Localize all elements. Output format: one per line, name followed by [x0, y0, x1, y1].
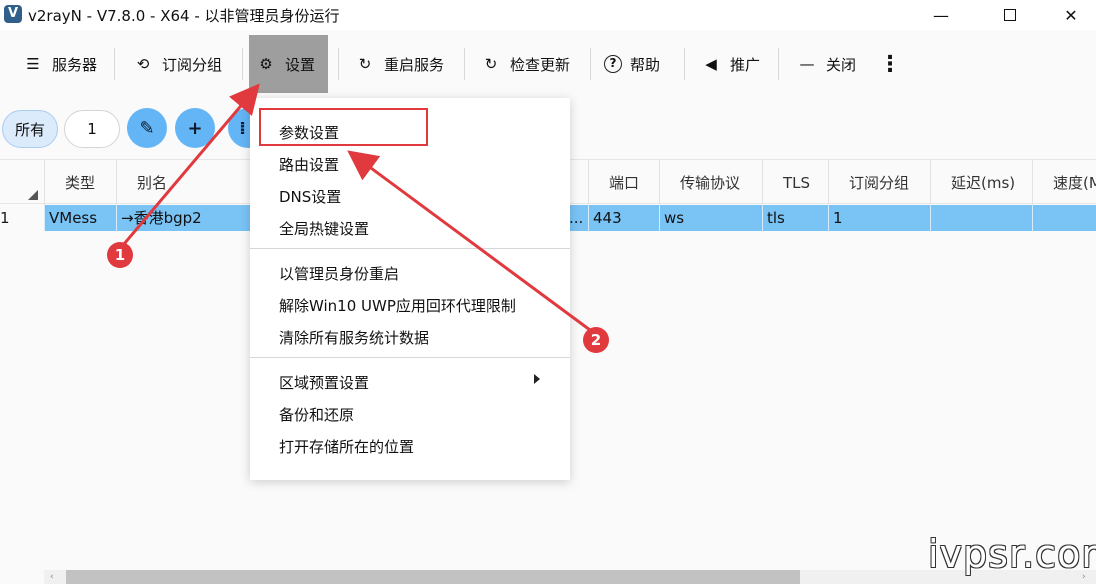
more-filter-icon[interactable]: ⁞: [228, 108, 250, 148]
minimize-button[interactable]: —: [918, 0, 964, 30]
menu-item-routing-settings[interactable]: 路由设置: [279, 154, 339, 175]
title-bar: V v2rayN - V7.8.0 - X64 - 以非管理员身份运行 — ✕: [0, 0, 1096, 30]
restart-icon: ↻: [358, 55, 372, 73]
gear-icon: ⚙: [259, 55, 273, 73]
cell-tls[interactable]: tls: [762, 205, 828, 231]
column-header-group[interactable]: 订阅分组: [828, 160, 930, 205]
toolbar-divider: [590, 48, 591, 80]
menu-item-backup-restore[interactable]: 备份和还原: [279, 404, 354, 425]
toolbar-close-button[interactable]: — 关闭: [790, 35, 870, 93]
toolbar-divider: [338, 48, 339, 80]
window-title: v2rayN - V7.8.0 - X64 - 以非管理员身份运行: [28, 7, 340, 25]
help-icon: ?: [604, 55, 622, 73]
toolbar-check-update-button[interactable]: ↻ 检查更新: [474, 35, 586, 93]
more-options-icon[interactable]: ⋮: [878, 35, 902, 93]
toolbar-restart-button[interactable]: ↻ 重启服务: [348, 35, 460, 93]
close-window-button[interactable]: ✕: [1048, 0, 1094, 30]
scroll-left-icon[interactable]: ‹: [50, 572, 54, 582]
toolbar-divider: [464, 48, 465, 80]
server-icon: ☰: [26, 55, 40, 73]
toolbar-divider: [778, 48, 779, 80]
add-icon[interactable]: +: [175, 108, 215, 148]
toolbar-servers-button[interactable]: ☰ 服务器: [14, 35, 110, 93]
menu-item-clear-stats[interactable]: 清除所有服务统计数据: [279, 327, 429, 348]
cell-latency[interactable]: [930, 205, 1032, 231]
toolbar-settings-label: 设置: [285, 55, 316, 74]
speaker-icon: ◀: [705, 55, 717, 73]
cell-group[interactable]: 1: [828, 205, 930, 231]
toolbar-subscription-button[interactable]: ⟲ 订阅分组: [126, 35, 238, 93]
column-header-type[interactable]: 类型: [44, 160, 116, 205]
toolbar-promote-label: 推广: [730, 55, 761, 74]
column-header-port[interactable]: 端口: [588, 160, 659, 205]
toolbar-settings-button[interactable]: ⚙ 设置: [249, 35, 328, 93]
minus-icon: —: [799, 55, 815, 73]
edit-icon[interactable]: ✎: [127, 108, 167, 148]
annotation-highlight-box: [259, 108, 428, 146]
cell-type[interactable]: VMess: [44, 205, 116, 231]
subscription-icon: ⟲: [136, 55, 150, 73]
toolbar-subscription-label: 订阅分组: [162, 55, 223, 74]
watermark-text: ivpsr.com: [928, 532, 1096, 576]
maximize-icon: [1004, 9, 1016, 21]
menu-item-open-storage-location[interactable]: 打开存储所在的位置: [279, 436, 414, 457]
filter-all-chip[interactable]: 所有: [2, 110, 58, 148]
annotation-badge-1: 1: [107, 242, 133, 268]
menu-divider: [250, 357, 570, 358]
settings-dropdown-menu: 参数设置 路由设置 DNS设置 全局热键设置 以管理员身份重启 解除Win10 …: [250, 98, 570, 480]
column-header-speed[interactable]: 速度(M: [1032, 160, 1096, 205]
select-all-corner-icon[interactable]: [28, 190, 38, 200]
toolbar-help-button[interactable]: ? 帮助: [600, 35, 680, 93]
column-header-latency[interactable]: 延迟(ms): [930, 160, 1032, 205]
column-header-tls[interactable]: TLS: [762, 160, 828, 205]
main-toolbar: ☰ 服务器 ⟲ 订阅分组 ⚙ 设置 ↻ 重启服务 ↻ 检查更新 ? 帮助 ◀ 推…: [0, 32, 1096, 96]
update-icon: ↻: [484, 55, 498, 73]
column-header-transport[interactable]: 传输协议: [659, 160, 762, 205]
menu-item-restart-as-admin[interactable]: 以管理员身份重启: [279, 263, 399, 284]
cell-transport[interactable]: ws: [659, 205, 762, 231]
toolbar-divider: [684, 48, 685, 80]
toolbar-check-update-label: 检查更新: [510, 55, 571, 74]
toolbar-divider: [114, 48, 115, 80]
menu-divider: [250, 248, 570, 249]
toolbar-servers-label: 服务器: [52, 55, 98, 74]
submenu-arrow-icon: [534, 374, 540, 384]
toolbar-promote-button[interactable]: ◀ 推广: [694, 35, 774, 93]
annotation-badge-2: 2: [583, 327, 609, 353]
menu-item-hotkey-settings[interactable]: 全局热键设置: [279, 218, 369, 239]
menu-item-uwp-loopback[interactable]: 解除Win10 UWP应用回环代理限制: [279, 295, 516, 316]
toolbar-divider: [242, 48, 243, 80]
row-index: 1: [0, 209, 10, 227]
toolbar-restart-label: 重启服务: [384, 55, 445, 74]
maximize-button[interactable]: [987, 0, 1033, 30]
toolbar-close-label: 关闭: [826, 55, 857, 74]
menu-item-region-preset[interactable]: 区域预置设置: [279, 372, 369, 393]
toolbar-help-label: 帮助: [630, 55, 661, 74]
filter-group-chip[interactable]: 1: [64, 110, 120, 148]
cell-port[interactable]: 443: [588, 205, 659, 231]
app-window: V v2rayN - V7.8.0 - X64 - 以非管理员身份运行 — ✕ …: [0, 0, 1096, 584]
menu-item-dns-settings[interactable]: DNS设置: [279, 186, 341, 207]
cell-speed[interactable]: [1032, 205, 1096, 231]
v2rayn-logo-icon: V: [4, 5, 22, 23]
scrollbar-thumb[interactable]: [66, 570, 800, 584]
